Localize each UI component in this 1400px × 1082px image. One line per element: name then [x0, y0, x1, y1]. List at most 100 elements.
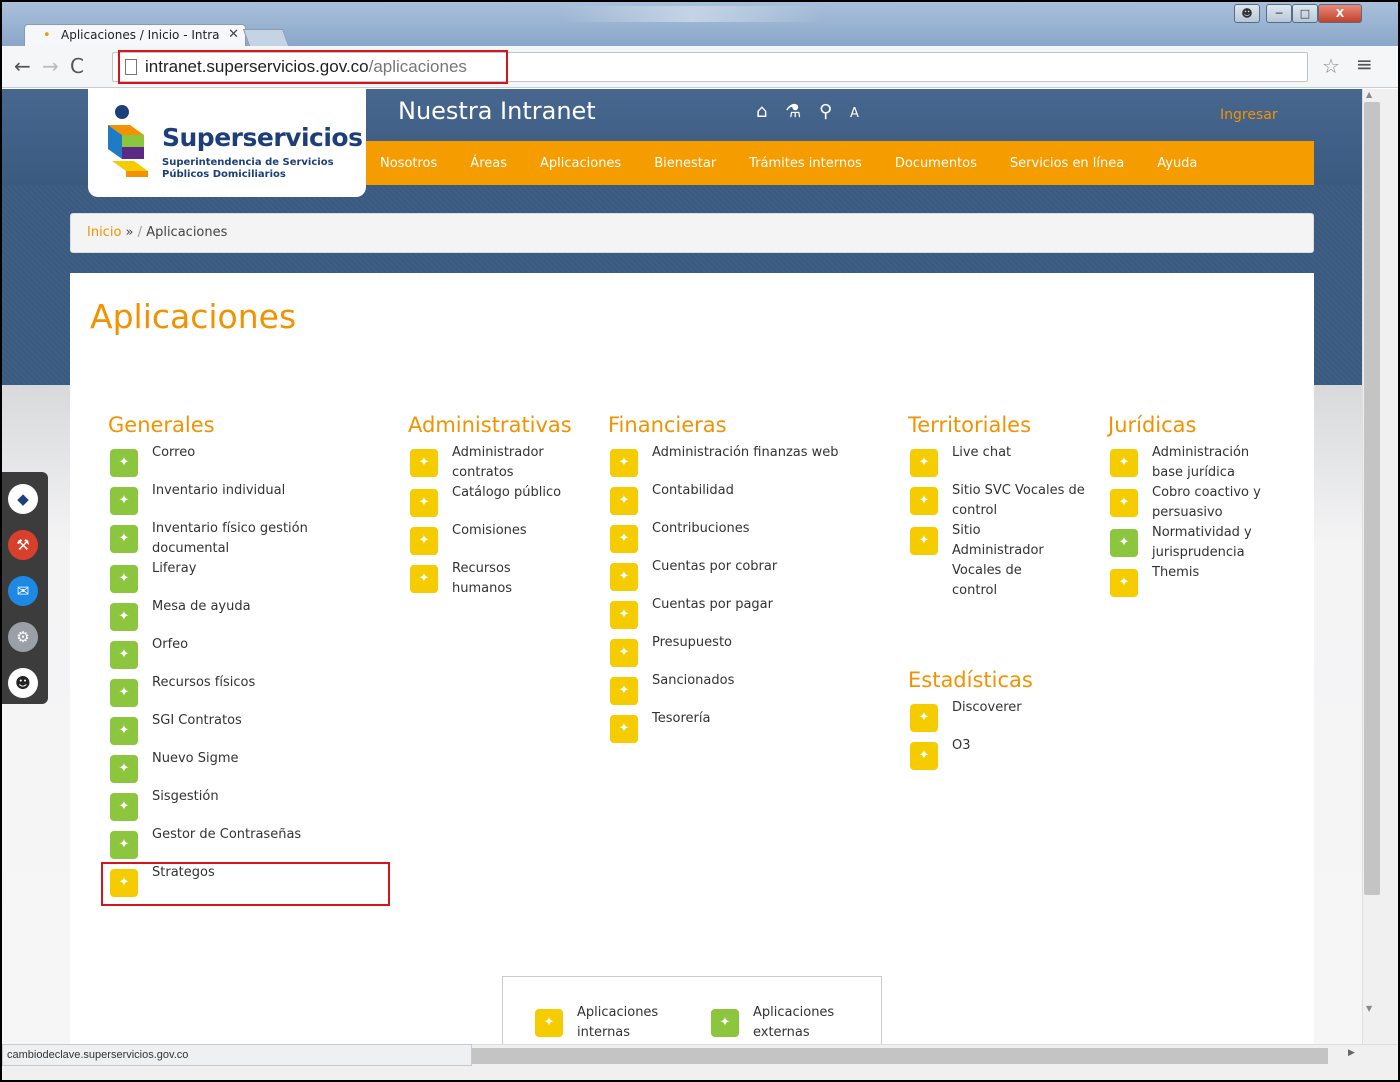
new-tab-button[interactable] [242, 29, 290, 46]
app-label[interactable]: Sancionados [652, 671, 734, 691]
app-link-mesa-de-ayuda[interactable]: ✦ Mesa de ayuda [108, 597, 408, 635]
app-label[interactable]: Nuevo Sigme [152, 749, 239, 769]
app-link-recursos-fisicos[interactable]: ✦ Recursos físicos [108, 673, 408, 711]
scroll-right-arrow-icon[interactable]: ▶ [1348, 1048, 1355, 1058]
app-link-gestor-de-contrasenas[interactable]: ✦ Gestor de Contraseñas [108, 825, 408, 863]
app-link-sitio-administrador-vocales[interactable]: ✦ Sitio Administrador Vocales de control [908, 521, 1068, 601]
close-window-button[interactable]: X [1318, 4, 1362, 23]
app-link-sgi-contratos[interactable]: ✦ SGI Contratos [108, 711, 408, 749]
app-label[interactable]: Liferay [152, 559, 196, 579]
app-label[interactable]: Cuentas por cobrar [652, 557, 777, 577]
app-link-cuentas-por-cobrar[interactable]: ✦ Cuentas por cobrar [608, 557, 908, 595]
app-label[interactable]: Sisgestión [152, 787, 219, 807]
app-label[interactable]: Recursos humanos [452, 559, 538, 599]
app-label[interactable]: Discoverer [952, 698, 1022, 718]
app-label[interactable]: Orfeo [152, 635, 188, 655]
app-label[interactable]: Cobro coactivo y persuasivo [1152, 483, 1283, 523]
app-link-sisgestion[interactable]: ✦ Sisgestión [108, 787, 408, 825]
app-label[interactable]: Administrador contratos [452, 443, 578, 483]
horizontal-scroll-thumb[interactable] [470, 1048, 1328, 1064]
app-label[interactable]: Administración finanzas web [652, 443, 839, 463]
app-link-administrador-contratos[interactable]: ✦ Administrador contratos [408, 443, 578, 483]
app-link-inventario-fisico[interactable]: ✦ Inventario físico gestión documental [108, 519, 338, 559]
app-link-comisiones[interactable]: ✦ Comisiones [408, 521, 608, 559]
back-arrow-icon[interactable]: ← [14, 54, 31, 78]
app-label[interactable]: Inventario físico gestión documental [152, 519, 338, 559]
vertical-scroll-thumb[interactable] [1364, 102, 1380, 895]
app-link-o3[interactable]: ✦ O3 [908, 736, 1108, 774]
app-link-administracion-finanzas-web[interactable]: ✦ Administración finanzas web [608, 443, 908, 481]
app-link-contabilidad[interactable]: ✦ Contabilidad [608, 481, 908, 519]
app-link-cuentas-por-pagar[interactable]: ✦ Cuentas por pagar [608, 595, 908, 633]
mail-icon[interactable]: ✉ [8, 576, 38, 606]
app-label[interactable]: SGI Contratos [152, 711, 242, 731]
app-label[interactable]: Inventario individual [152, 481, 285, 501]
nav-item-nosotros[interactable]: Nosotros [380, 156, 437, 171]
nav-item-bienestar[interactable]: Bienestar [654, 156, 716, 171]
font-size-icon[interactable]: A [850, 106, 859, 121]
app-label[interactable]: Sitio Administrador Vocales de control [952, 521, 1068, 601]
app-link-recursos-humanos[interactable]: ✦ Recursos humanos [408, 559, 538, 599]
app-label[interactable]: Correo [152, 443, 195, 463]
scroll-down-arrow-icon[interactable]: ▼ [1366, 1004, 1372, 1013]
app-link-nuevo-sigme[interactable]: ✦ Nuevo Sigme [108, 749, 408, 787]
nav-item-areas[interactable]: Áreas [470, 156, 507, 171]
superservicios-icon[interactable]: ◆ [8, 484, 38, 514]
nav-item-aplicaciones[interactable]: Aplicaciones [540, 156, 621, 171]
app-link-contribuciones[interactable]: ✦ Contribuciones [608, 519, 908, 557]
app-link-tesoreria[interactable]: ✦ Tesorería [608, 709, 908, 747]
app-link-sancionados[interactable]: ✦ Sancionados [608, 671, 908, 709]
app-link-catalogo-publico[interactable]: ✦ Catálogo público [408, 483, 608, 521]
home-icon[interactable]: ⌂ [756, 101, 767, 122]
app-label[interactable]: Gestor de Contraseñas [152, 825, 301, 845]
login-link[interactable]: Ingresar [1220, 107, 1278, 123]
app-label[interactable]: Tesorería [652, 709, 710, 729]
app-link-sitio-svc-vocales[interactable]: ✦ Sitio SVC Vocales de control [908, 481, 1088, 521]
app-label[interactable]: Contabilidad [652, 481, 734, 501]
app-link-discoverer[interactable]: ✦ Discoverer [908, 698, 1108, 736]
user-icon[interactable]: ☻ [1234, 4, 1260, 23]
app-label[interactable]: Recursos físicos [152, 673, 255, 693]
app-link-liferay[interactable]: ✦ Liferay [108, 559, 408, 597]
app-label[interactable]: Comisiones [452, 521, 527, 541]
app-link-inventario-individual[interactable]: ✦ Inventario individual [108, 481, 408, 519]
search-icon[interactable]: ⚲ [819, 101, 832, 122]
app-label[interactable]: Presupuesto [652, 633, 732, 653]
app-label[interactable]: Normatividad y jurisprudencia [1152, 523, 1283, 563]
nav-item-documentos[interactable]: Documentos [895, 156, 977, 171]
tools-icon[interactable]: ⚒ [8, 530, 38, 560]
nav-item-ayuda[interactable]: Ayuda [1157, 156, 1197, 171]
scroll-up-arrow-icon[interactable]: ▲ [1366, 90, 1372, 99]
maximize-button[interactable]: □ [1292, 4, 1318, 23]
app-label[interactable]: Administración base jurídica [1152, 443, 1283, 483]
sitemap-icon[interactable]: ⚗ [785, 101, 801, 122]
app-link-themis[interactable]: ✦ Themis [1108, 563, 1288, 601]
app-label[interactable]: O3 [952, 736, 971, 756]
nav-item-servicios-en-linea[interactable]: Servicios en línea [1010, 156, 1124, 171]
tab-close-icon[interactable]: ✕ [228, 27, 239, 42]
reload-icon[interactable]: C [70, 54, 84, 78]
app-link-cobro-coactivo[interactable]: ✦ Cobro coactivo y persuasivo [1108, 483, 1283, 523]
browser-menu-icon[interactable]: ≡ [1356, 52, 1373, 76]
app-label[interactable]: Sitio SVC Vocales de control [952, 481, 1088, 521]
settings-gear-icon[interactable]: ⚙ [8, 622, 38, 652]
breadcrumb-home-link[interactable]: Inicio [87, 225, 121, 240]
app-link-presupuesto[interactable]: ✦ Presupuesto [608, 633, 908, 671]
app-link-orfeo[interactable]: ✦ Orfeo [108, 635, 408, 673]
app-link-normatividad[interactable]: ✦ Normatividad y jurisprudencia [1108, 523, 1283, 563]
browser-tab[interactable]: • Aplicaciones / Inicio - Intra ✕ [24, 24, 246, 46]
app-link-administracion-base-juridica[interactable]: ✦ Administración base jurídica [1108, 443, 1283, 483]
app-label[interactable]: Cuentas por pagar [652, 595, 773, 615]
forward-arrow-icon[interactable]: → [42, 54, 59, 78]
minimize-button[interactable]: ─ [1266, 4, 1292, 23]
app-label[interactable]: Mesa de ayuda [152, 597, 251, 617]
bookmark-star-icon[interactable]: ☆ [1322, 54, 1340, 78]
app-label[interactable]: Live chat [952, 443, 1011, 463]
logo[interactable]: Superservicios Superintendencia de Servi… [88, 89, 366, 197]
app-label[interactable]: Catálogo público [452, 483, 561, 503]
app-label[interactable]: Themis [1152, 563, 1199, 583]
penguin-icon[interactable]: ☻ [8, 668, 38, 698]
app-link-correo[interactable]: ✦ Correo [108, 443, 408, 481]
nav-item-tramites-internos[interactable]: Trámites internos [749, 156, 862, 171]
app-link-live-chat[interactable]: ✦ Live chat [908, 443, 1108, 481]
